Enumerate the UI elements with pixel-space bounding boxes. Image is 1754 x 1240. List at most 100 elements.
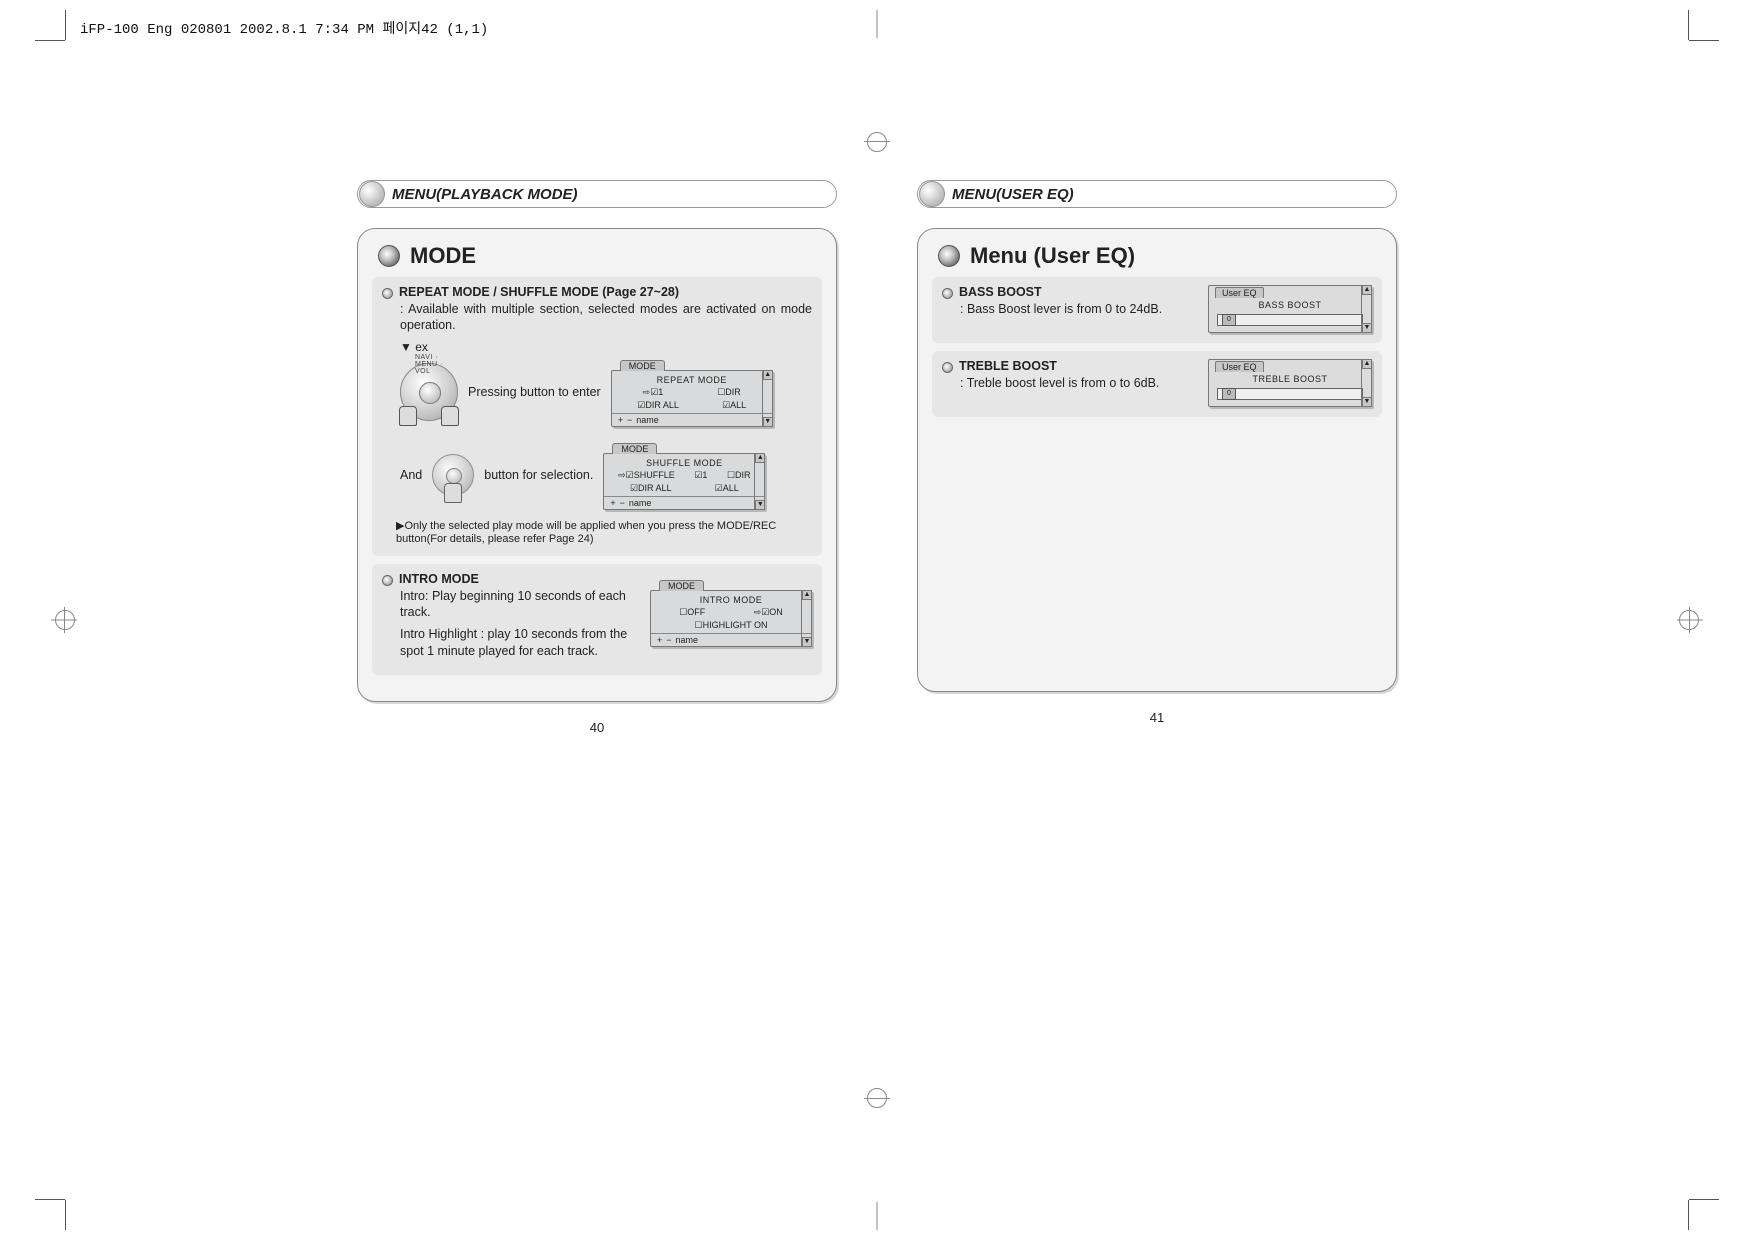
lcd-bass-boost: User EQ BASS BOOST 0 ▲ ▼ bbox=[1208, 285, 1372, 333]
panel-title-text: Menu (User EQ) bbox=[970, 243, 1135, 269]
plus-icon: + bbox=[657, 635, 662, 645]
lcd-opt: ⇨☑ON bbox=[754, 607, 783, 618]
jog-dial-icon bbox=[432, 454, 474, 496]
mode-note: ▶Only the selected play mode will be app… bbox=[396, 520, 812, 546]
hand-icon bbox=[399, 406, 417, 426]
lcd-opt: ☐DIR bbox=[717, 387, 741, 398]
down-arrow-icon: ▼ bbox=[1362, 323, 1372, 333]
plus-icon: + bbox=[618, 415, 623, 425]
lcd-tab: User EQ bbox=[1215, 287, 1264, 298]
crop-mark bbox=[1688, 1200, 1689, 1230]
repeat-shuffle-desc: : Available with multiple section, selec… bbox=[400, 301, 812, 334]
panel-user-eq: Menu (User EQ) BASS BOOST : Bass Boost l… bbox=[917, 228, 1397, 692]
section-header-usereq: MENU(USER EQ) bbox=[917, 180, 1397, 208]
intro-title: INTRO MODE bbox=[399, 572, 479, 586]
lcd-shuffle-mode: MODE SHUFFLE MODE ⇨☑SHUFFLE ☑1 ☐DIR ☑DIR… bbox=[603, 453, 765, 510]
page-number-right: 41 bbox=[917, 710, 1397, 725]
lcd-opt: ☑1 bbox=[694, 470, 707, 481]
bass-desc: : Bass Boost lever is from 0 to 24dB. bbox=[960, 301, 1198, 317]
bullet-icon bbox=[359, 181, 385, 207]
up-arrow-icon: ▲ bbox=[1362, 285, 1372, 295]
lcd-treble-boost: User EQ TREBLE BOOST 0 ▲▼ bbox=[1208, 359, 1372, 407]
minus-icon: − bbox=[620, 498, 625, 508]
lcd-opt: ☑ALL bbox=[715, 483, 739, 494]
lcd-title: REPEAT MODE bbox=[612, 371, 772, 387]
crop-mark bbox=[1689, 40, 1719, 41]
page-right: MENU(USER EQ) Menu (User EQ) BASS BOOST … bbox=[917, 180, 1397, 735]
lcd-opt: ☐OFF bbox=[679, 607, 705, 618]
registration-mark bbox=[64, 607, 65, 633]
bullet-icon bbox=[938, 245, 960, 267]
lcd-foot-name: name bbox=[676, 635, 699, 645]
enter-text: Pressing button to enter bbox=[468, 385, 601, 399]
slider-track: 0 bbox=[1217, 314, 1363, 326]
lcd-foot-name: name bbox=[636, 415, 659, 425]
down-arrow-icon: ▼ bbox=[763, 417, 773, 427]
fold-mark bbox=[877, 1202, 878, 1230]
crop-mark bbox=[1688, 10, 1689, 40]
page-number-left: 40 bbox=[357, 720, 837, 735]
ex-label: ▼ ex bbox=[400, 340, 812, 354]
lcd-tab: MODE bbox=[620, 360, 665, 371]
section-header-text: MENU(PLAYBACK MODE) bbox=[392, 186, 578, 203]
lcd-tab: MODE bbox=[659, 580, 704, 591]
panel-mode: MODE REPEAT MODE / SHUFFLE MODE (Page 27… bbox=[357, 228, 837, 702]
up-arrow-icon: ▲ bbox=[802, 590, 812, 600]
panel-title-text: MODE bbox=[410, 243, 476, 269]
section-header-playback: MENU(PLAYBACK MODE) bbox=[357, 180, 837, 208]
jog-dial-icon: NAVI · MENU · VOL bbox=[400, 363, 458, 421]
hand-icon bbox=[441, 406, 459, 426]
lcd-title: BASS BOOST bbox=[1215, 298, 1365, 314]
dial-caption: NAVI · MENU · VOL bbox=[415, 354, 443, 375]
hand-icon bbox=[444, 483, 462, 503]
section-header-text: MENU(USER EQ) bbox=[952, 186, 1074, 203]
crop-mark bbox=[1689, 1199, 1719, 1200]
treble-desc: : Treble boost level is from o to 6dB. bbox=[960, 375, 1198, 391]
down-arrow-icon: ▼ bbox=[802, 637, 812, 647]
bullet-icon bbox=[382, 575, 393, 586]
lcd-opt: ☑DIR ALL bbox=[637, 400, 679, 411]
lcd-title: SHUFFLE MODE bbox=[604, 454, 764, 470]
bullet-icon bbox=[919, 181, 945, 207]
intro-desc2: Intro Highlight : play 10 seconds from t… bbox=[400, 626, 640, 659]
slider-thumb: 0 bbox=[1222, 388, 1236, 400]
fold-mark bbox=[877, 10, 878, 38]
subpanel-treble-boost: TREBLE BOOST : Treble boost level is fro… bbox=[932, 351, 1382, 417]
up-arrow-icon: ▲ bbox=[1362, 359, 1372, 369]
crop-mark bbox=[65, 10, 66, 40]
up-arrow-icon: ▲ bbox=[763, 370, 773, 380]
plus-icon: + bbox=[610, 498, 615, 508]
lcd-opt: ☐DIR bbox=[727, 470, 751, 481]
lcd-tab: MODE bbox=[612, 443, 657, 454]
lcd-opt: ☑DIR ALL bbox=[630, 483, 672, 494]
doc-header: iFP-100 Eng 020801 2002.8.1 7:34 PM 페이지4… bbox=[80, 18, 488, 38]
lcd-opt: ⇨☑1 bbox=[643, 387, 664, 398]
lcd-opt: ⇨☑SHUFFLE bbox=[618, 470, 675, 481]
registration-mark bbox=[1689, 607, 1690, 633]
lcd-intro-mode: MODE INTRO MODE ☐OFF ⇨☑ON ☐HIGHLIGHT ON … bbox=[650, 590, 812, 647]
subpanel-intro: INTRO MODE Intro: Play beginning 10 seco… bbox=[372, 564, 822, 675]
intro-desc1: Intro: Play beginning 10 seconds of each… bbox=[400, 588, 640, 621]
lcd-title: INTRO MODE bbox=[651, 591, 811, 607]
subpanel-bass-boost: BASS BOOST : Bass Boost lever is from 0 … bbox=[932, 277, 1382, 343]
up-arrow-icon: ▲ bbox=[755, 453, 765, 463]
crop-mark bbox=[35, 1199, 65, 1200]
bullet-icon bbox=[942, 362, 953, 373]
bullet-icon bbox=[942, 288, 953, 299]
registration-mark bbox=[864, 141, 890, 142]
page-left: MENU(PLAYBACK MODE) MODE REPEAT MODE / S… bbox=[357, 180, 837, 735]
bass-title: BASS BOOST bbox=[959, 285, 1042, 299]
crop-mark bbox=[65, 1200, 66, 1230]
minus-icon: − bbox=[666, 635, 671, 645]
lcd-opt: ☑ALL bbox=[722, 400, 746, 411]
and-text: And bbox=[400, 468, 422, 482]
subpanel-repeat-shuffle: REPEAT MODE / SHUFFLE MODE (Page 27~28) … bbox=[372, 277, 822, 556]
slider-track: 0 bbox=[1217, 388, 1363, 400]
bullet-icon bbox=[378, 245, 400, 267]
bullet-icon bbox=[382, 288, 393, 299]
lcd-foot-name: name bbox=[629, 498, 652, 508]
lcd-title: TREBLE BOOST bbox=[1215, 372, 1365, 388]
down-arrow-icon: ▼ bbox=[755, 500, 765, 510]
registration-mark bbox=[867, 132, 887, 152]
select-text: button for selection. bbox=[484, 468, 593, 482]
